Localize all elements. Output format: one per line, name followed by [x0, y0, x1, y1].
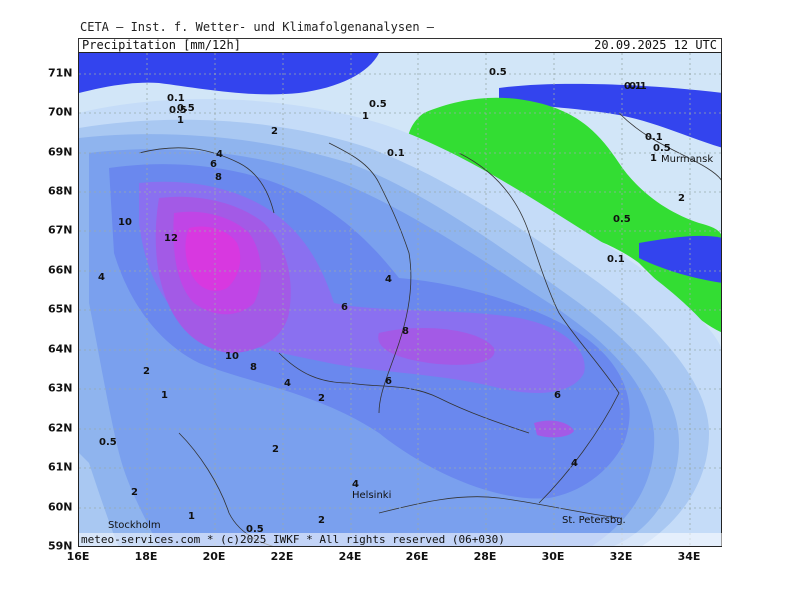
lat-label: 62N — [48, 421, 73, 435]
lon-label: 28E — [473, 550, 497, 563]
contour-label: 8 — [250, 362, 257, 373]
lat-label: 63N — [48, 381, 73, 395]
contour-label: 4 — [571, 458, 578, 469]
contour-label: 0.1 — [629, 81, 647, 92]
lat-label: 66N — [48, 263, 73, 277]
contour-label: 4 — [216, 149, 223, 160]
contour-label: 2 — [318, 515, 325, 526]
lat-label: 65N — [48, 302, 73, 316]
contour-label: 6 — [341, 302, 348, 313]
lon-label: 20E — [202, 550, 226, 563]
contour-label: 1 — [650, 153, 657, 164]
lon-label: 22E — [270, 550, 294, 563]
lon-label: 32E — [609, 550, 633, 563]
lat-label: 71N — [48, 66, 73, 80]
contour-label: 2 — [678, 193, 685, 204]
contour-label: 0.1 — [607, 254, 625, 265]
city-stockholm: Stockholm — [108, 520, 161, 531]
contour-label: 1 — [362, 111, 369, 122]
contour-label: 4 — [98, 272, 105, 283]
contour-label: 1 — [177, 115, 184, 126]
source-header: CETA — Inst. f. Wetter- und Klimafolgena… — [80, 20, 435, 34]
contour-label: 0.5 — [613, 214, 631, 225]
contour-label: 2 — [272, 444, 279, 455]
title-bar: Precipitation [mm/12h] 20.09.2025 12 UTC — [78, 38, 722, 52]
contour-label: 6 — [385, 376, 392, 387]
contour-label: 0.5 — [177, 103, 195, 114]
lon-label: 34E — [677, 550, 701, 563]
lon-label: 16E — [66, 550, 90, 563]
product-title: Precipitation [mm/12h] — [82, 38, 241, 52]
contour-label: 4 — [352, 479, 359, 490]
contour-label: 4 — [385, 274, 392, 285]
lon-label: 24E — [338, 550, 362, 563]
contour-label: 6 — [554, 390, 561, 401]
contour-label: 1 — [188, 511, 195, 522]
lat-label: 67N — [48, 223, 73, 237]
contour-label: 10 — [118, 217, 132, 228]
city-murmansk: Murmansk — [661, 154, 713, 165]
contour-label: 0.5 — [369, 99, 387, 110]
contour-label: 0.1 — [645, 132, 663, 143]
city-st-petersburg: St. Petersbg. — [562, 515, 626, 526]
lon-label: 30E — [541, 550, 565, 563]
contour-label: 0.5 — [99, 437, 117, 448]
lat-label: 61N — [48, 460, 73, 474]
contour-label: 2 — [143, 366, 150, 377]
lat-label: 69N — [48, 145, 73, 159]
contour-label: 1 — [161, 390, 168, 401]
contour-label: 4 — [284, 378, 291, 389]
contour-label: 12 — [164, 233, 178, 244]
precipitation-map[interactable]: 0.5 0.1 0.1 0.5 0.5 1 1 2 0.1 4 6 8 10 1… — [78, 52, 722, 547]
contour-label: 2 — [271, 126, 278, 137]
map-canvas: 0.5 0.1 0.1 0.5 0.5 1 1 2 0.1 4 6 8 10 1… — [79, 53, 721, 546]
lat-label: 70N — [48, 105, 73, 119]
lat-label: 64N — [48, 342, 73, 356]
valid-time: 20.09.2025 12 UTC — [594, 38, 717, 52]
lon-label: 18E — [134, 550, 158, 563]
lat-label: 60N — [48, 500, 73, 514]
contour-label: 10 — [225, 351, 239, 362]
contour-label: 8 — [402, 326, 409, 337]
credit-footer: meteo-services.com * (c)2025 IWKF * All … — [79, 533, 723, 546]
contour-label: 2 — [131, 487, 138, 498]
city-helsinki: Helsinki — [352, 490, 391, 501]
contour-label: 0.5 — [489, 67, 507, 78]
contour-label: 8 — [215, 172, 222, 183]
contour-label: 0.1 — [387, 148, 405, 159]
contour-label: 6 — [210, 159, 217, 170]
contour-label: 2 — [318, 393, 325, 404]
lon-label: 26E — [405, 550, 429, 563]
lat-label: 68N — [48, 184, 73, 198]
